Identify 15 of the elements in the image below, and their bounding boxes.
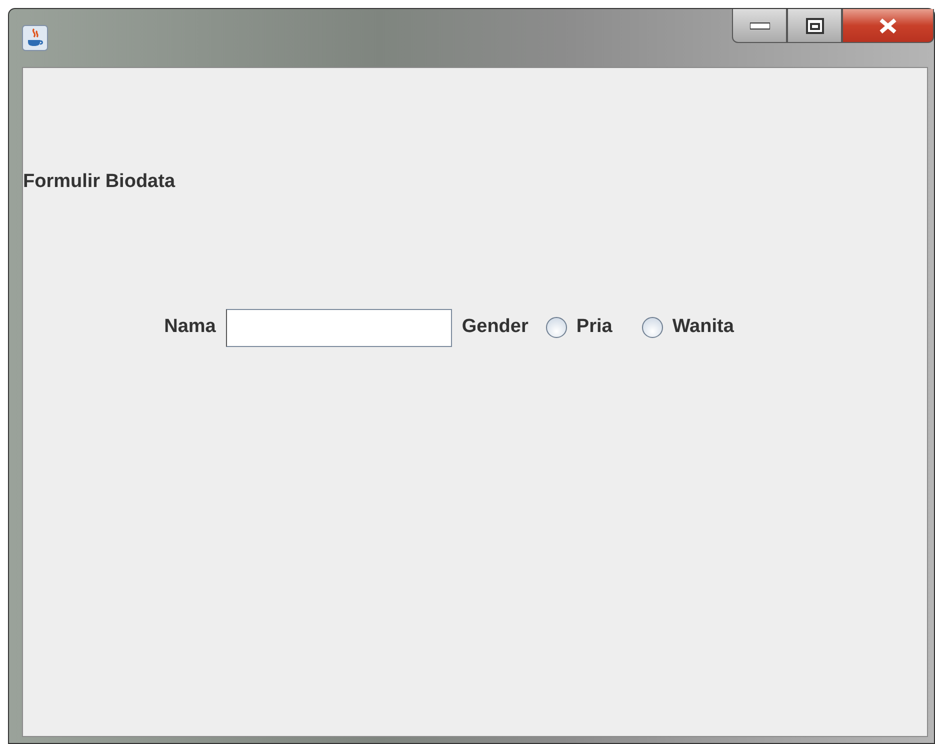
- form-title: Formulir Biodata: [23, 170, 176, 194]
- close-button[interactable]: [842, 9, 934, 43]
- radio-button[interactable]: [642, 317, 664, 338]
- radio-button[interactable]: [546, 317, 568, 338]
- radio-option[interactable]: Wanita: [642, 313, 734, 342]
- close-icon: [878, 18, 898, 34]
- minimize-button[interactable]: [732, 9, 787, 43]
- java-cup-icon: [22, 25, 48, 51]
- radio-option[interactable]: Pria: [546, 313, 612, 342]
- maximize-icon: [806, 18, 824, 34]
- name-field[interactable]: [226, 308, 452, 346]
- maximize-button[interactable]: [787, 9, 842, 43]
- minimize-icon: [750, 22, 770, 30]
- gender-label: Gender: [462, 315, 528, 340]
- name-label: Nama: [164, 315, 216, 340]
